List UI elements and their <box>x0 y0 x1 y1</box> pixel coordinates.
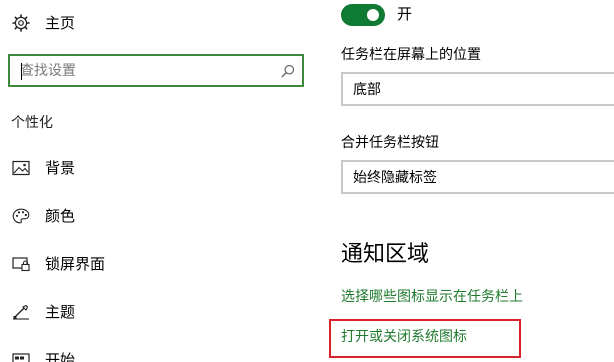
sidebar-item-label: 颜色 <box>45 207 76 225</box>
search-icon[interactable] <box>281 63 295 78</box>
highlight-annotation-box <box>329 319 521 358</box>
sidebar-item-label: 背景 <box>45 159 76 177</box>
sidebar-item-label: 开始 <box>45 351 76 362</box>
sidebar-item-lock-screen[interactable]: 锁屏界面 <box>0 246 320 282</box>
toggle-switch[interactable] <box>341 4 385 26</box>
combine-buttons-label: 合并任务栏按钮 <box>341 135 439 151</box>
search-input[interactable] <box>20 62 270 80</box>
theme-brush-icon <box>12 304 30 320</box>
sidebar-item-themes[interactable]: 主题 <box>0 294 320 330</box>
gear-icon <box>12 14 30 32</box>
sidebar-item-label: 主页 <box>45 14 76 32</box>
select-taskbar-icons-link[interactable]: 选择哪些图标显示在任务栏上 <box>341 288 523 306</box>
section-label-personalization: 个性化 <box>11 115 53 131</box>
taskbar-position-label: 任务栏在屏幕上的位置 <box>341 47 481 63</box>
main-panel: 开 任务栏在屏幕上的位置 底部 合并任务栏按钮 始终隐藏标签 通知区域 选择哪些… <box>341 0 614 362</box>
lock-screen-icon <box>12 256 30 272</box>
dropdown-selected-value: 始终隐藏标签 <box>353 170 437 186</box>
sidebar-item-home[interactable]: 主页 <box>0 4 320 42</box>
sidebar-item-background[interactable]: 背景 <box>0 150 320 186</box>
combine-buttons-dropdown[interactable]: 始终隐藏标签 <box>341 160 614 194</box>
toggle-state-label: 开 <box>397 5 413 23</box>
search-box[interactable] <box>8 54 304 87</box>
sidebar-item-colors[interactable]: 颜色 <box>0 198 320 234</box>
notification-area-heading: 通知区域 <box>341 242 430 267</box>
palette-icon <box>12 208 30 224</box>
text-caret <box>21 63 22 80</box>
image-icon <box>12 160 30 176</box>
sidebar-item-start[interactable]: 开始 <box>0 342 320 362</box>
sidebar-item-label: 主题 <box>45 303 76 321</box>
sidebar: 主页 个性化 背景 <box>0 0 320 362</box>
settings-window: 主页 个性化 背景 <box>0 0 614 362</box>
taskbar-position-dropdown[interactable]: 底部 <box>341 72 614 106</box>
dropdown-selected-value: 底部 <box>353 82 381 98</box>
toggle-knob <box>367 9 379 21</box>
start-icon <box>12 352 30 362</box>
sidebar-item-label: 锁屏界面 <box>45 255 106 273</box>
